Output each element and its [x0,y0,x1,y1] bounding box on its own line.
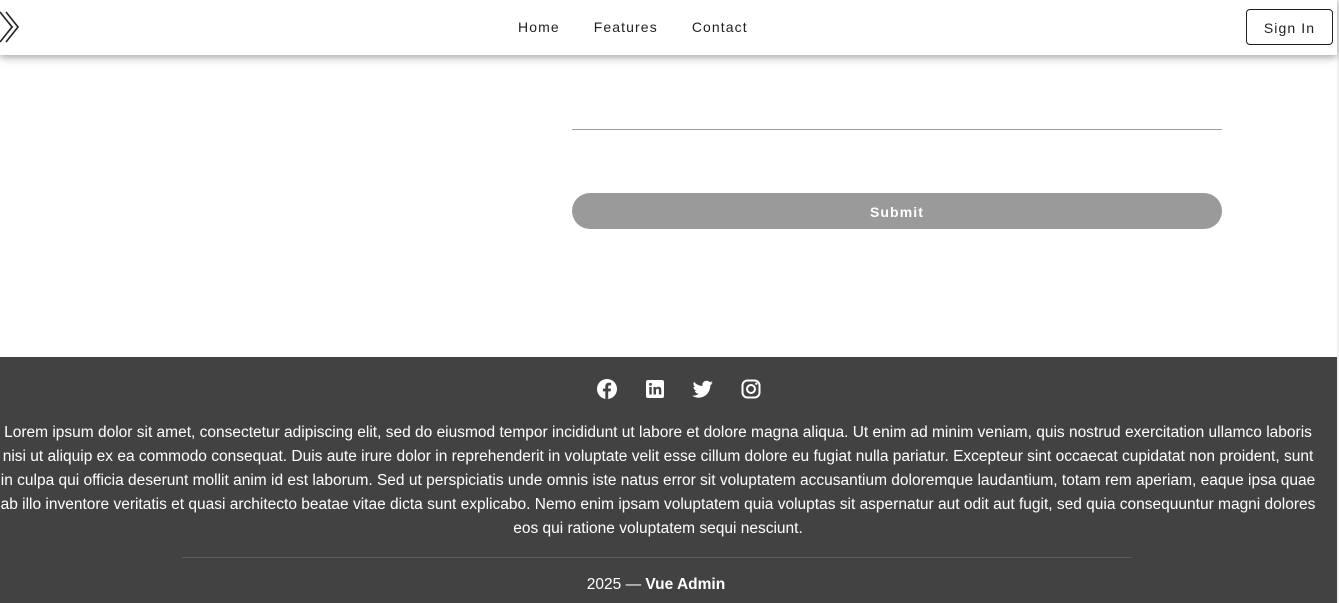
nav-contact-link[interactable]: Contact [679,10,761,44]
copyright-brand: Vue Admin [645,576,726,593]
twitter-icon[interactable] [691,377,715,401]
footer-description: Lorem ipsum dolor sit amet, consectetur … [0,424,1316,537]
footer-divider [182,557,1132,558]
main-nav: Home Features Contact [505,10,761,44]
copyright: 2025 — Vue Admin [0,573,1312,597]
submit-button[interactable]: Submit [572,193,1222,229]
page-footer: Lorem ipsum dolor sit amet, consectetur … [0,357,1337,603]
instagram-icon[interactable] [739,377,763,401]
linkedin-icon[interactable] [643,377,667,401]
app-header: Home Features Contact Sign In [0,0,1337,55]
form-field-underline[interactable] [572,129,1222,130]
facebook-icon[interactable] [595,377,619,401]
copyright-year: 2025 [586,576,622,593]
sign-in-button[interactable]: Sign In [1246,9,1333,45]
social-links [0,377,1337,401]
nav-features-link[interactable]: Features [581,10,671,44]
logo-icon[interactable] [0,8,22,46]
copyright-separator: — [625,576,642,593]
nav-home-link[interactable]: Home [505,10,573,44]
